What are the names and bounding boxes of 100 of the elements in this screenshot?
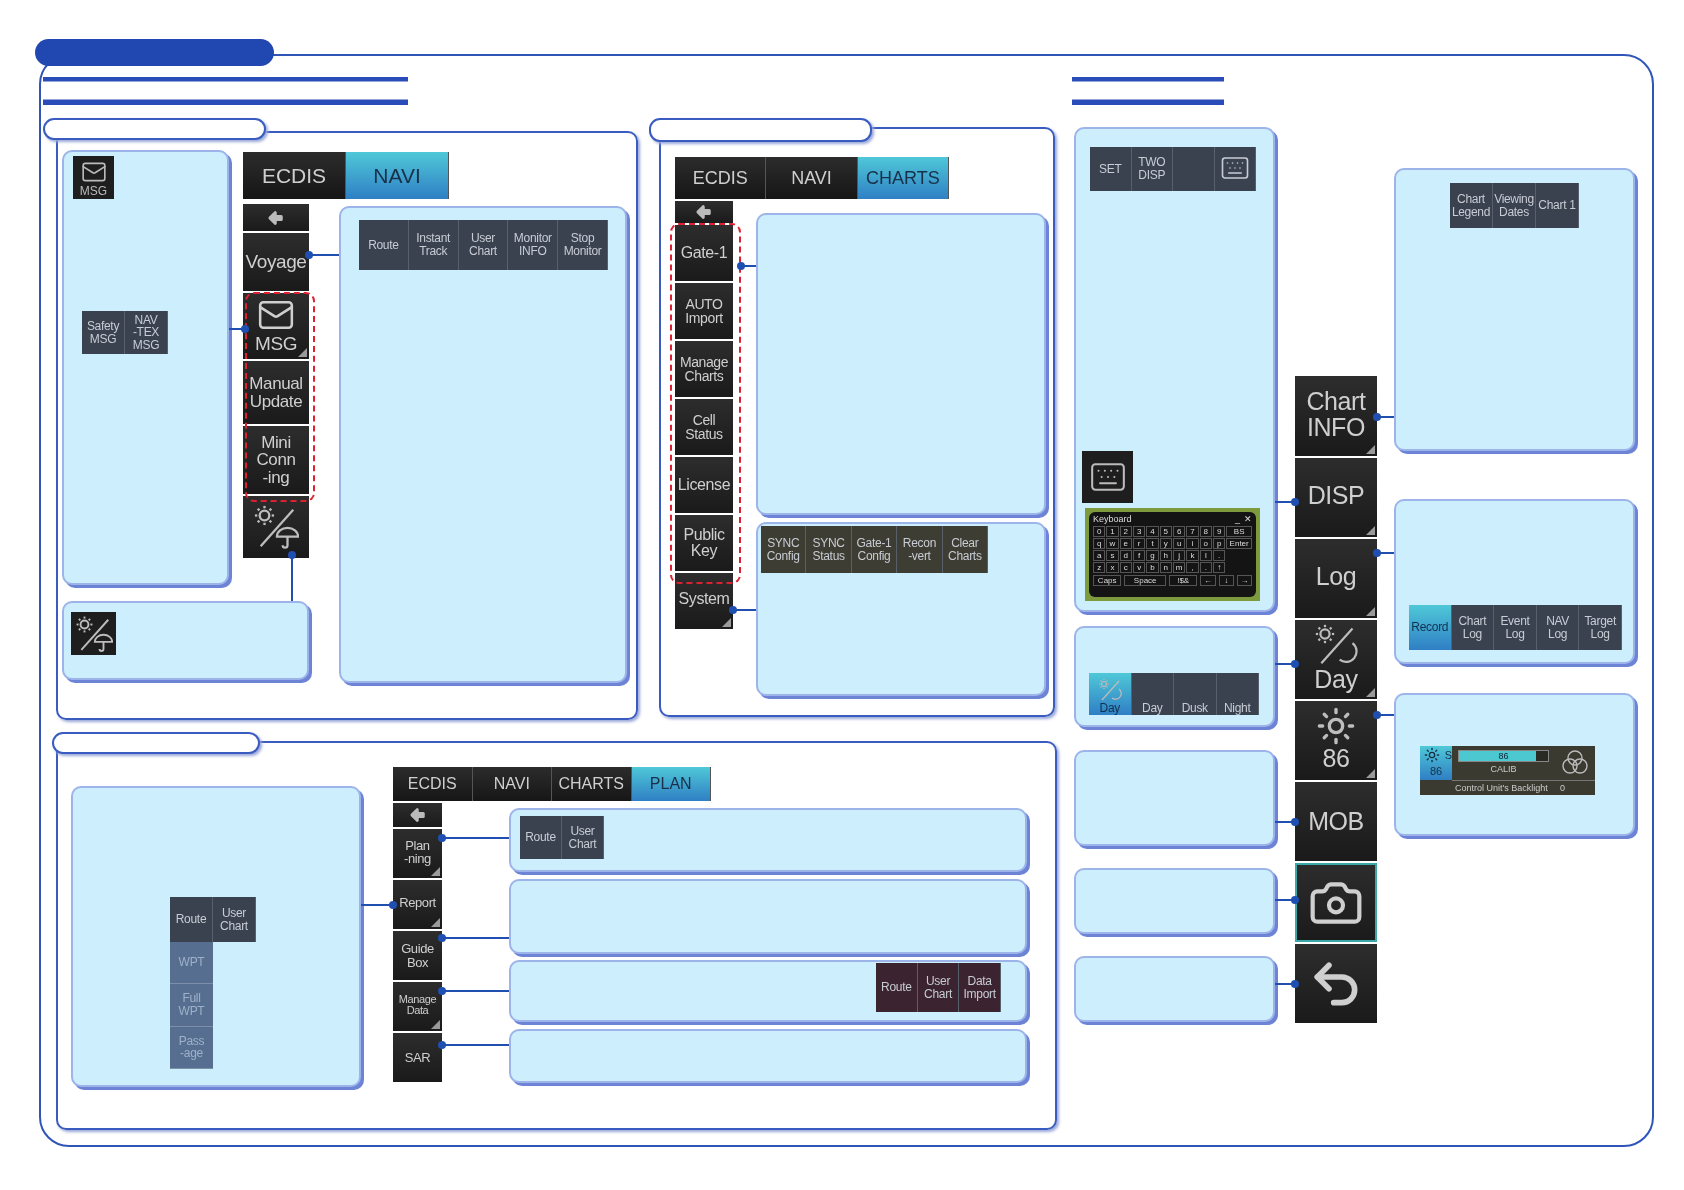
- keyboard-key[interactable]: .: [1199, 562, 1212, 573]
- menu-button[interactable]: Manage Data: [393, 982, 442, 1031]
- brightness-button[interactable]: [71, 612, 116, 655]
- menu-tab[interactable]: CHARTS: [552, 767, 632, 801]
- menu-button[interactable]: Event Log: [1494, 605, 1537, 650]
- menu-tab[interactable]: ECDIS: [243, 152, 346, 199]
- menu-button[interactable]: SYNC Config: [761, 526, 807, 573]
- menu-button[interactable]: Day: [1131, 673, 1174, 715]
- keyboard-key[interactable]: 7: [1186, 526, 1199, 537]
- window-control[interactable]: _: [1235, 514, 1240, 525]
- keyboard-key[interactable]: n: [1159, 562, 1172, 573]
- menu-button[interactable]: MOB: [1295, 782, 1377, 861]
- keyboard-key[interactable]: j: [1173, 550, 1186, 561]
- window-control[interactable]: ✕: [1244, 514, 1252, 525]
- menu-button[interactable]: DISP: [1295, 458, 1377, 537]
- menu-button[interactable]: Chart Legend: [1450, 183, 1493, 228]
- keyboard-key[interactable]: m: [1173, 562, 1186, 573]
- keyboard-key[interactable]: u: [1173, 538, 1186, 549]
- menu-button[interactable]: Chart Log: [1451, 605, 1495, 650]
- menu-button[interactable]: Mini Conn -ing: [243, 426, 309, 494]
- menu-button[interactable]: TWO DISP: [1131, 147, 1173, 191]
- day-night-button[interactable]: Day: [1089, 673, 1132, 715]
- menu-button[interactable]: User Chart: [917, 963, 960, 1012]
- keyboard-key[interactable]: a: [1093, 550, 1106, 561]
- keyboard-key[interactable]: i: [1186, 538, 1199, 549]
- menu-button[interactable]: Stop Monitor: [558, 220, 608, 270]
- menu-button[interactable]: Gate-1 Config: [851, 526, 898, 573]
- keyboard-key[interactable]: 6: [1173, 526, 1186, 537]
- menu-button[interactable]: Manage Charts: [675, 341, 733, 397]
- menu-button[interactable]: Manual Update: [243, 361, 309, 424]
- menu-button[interactable]: Voyage: [243, 233, 309, 291]
- keyboard-key[interactable]: f: [1133, 550, 1146, 561]
- keyboard-key[interactable]: s: [1106, 550, 1119, 561]
- menu-button[interactable]: AUTO Import: [675, 283, 733, 339]
- keyboard-key[interactable]: →: [1236, 575, 1252, 586]
- keyboard-key[interactable]: ,: [1186, 562, 1199, 573]
- menu-button[interactable]: User Chart: [458, 220, 509, 270]
- menu-button[interactable]: User Chart: [213, 897, 256, 942]
- back-button[interactable]: [243, 204, 309, 231]
- keyboard-key[interactable]: Enter: [1226, 538, 1252, 549]
- back-button[interactable]: [393, 803, 442, 827]
- menu-button[interactable]: License: [675, 457, 733, 513]
- keyboard-key[interactable]: ↓: [1218, 575, 1234, 586]
- msg-button[interactable]: MSG: [73, 156, 114, 199]
- brightness-button[interactable]: [243, 496, 309, 558]
- menu-button[interactable]: NAV Log: [1536, 605, 1580, 650]
- keyboard-key[interactable]: 8: [1199, 526, 1212, 537]
- menu-button[interactable]: Cell Status: [675, 399, 733, 455]
- keyboard-key[interactable]: y: [1159, 538, 1172, 549]
- keyboard-key[interactable]: 0: [1093, 526, 1106, 537]
- keyboard-key[interactable]: 3: [1133, 526, 1146, 537]
- keyboard-key[interactable]: x: [1106, 562, 1119, 573]
- undo-button[interactable]: [1295, 944, 1377, 1023]
- keyboard-key[interactable]: 2: [1119, 526, 1132, 537]
- menu-button[interactable]: Route: [876, 963, 918, 1012]
- menu-button[interactable]: Data Import: [959, 963, 1001, 1012]
- brightness-slider[interactable]: 86: [1458, 750, 1549, 762]
- menu-button[interactable]: Recon -vert: [897, 526, 943, 573]
- menu-button[interactable]: Dusk: [1174, 673, 1217, 715]
- menu-button[interactable]: Public Key: [675, 515, 733, 571]
- keyboard-key[interactable]: ↑: [1213, 562, 1226, 573]
- menu-button[interactable]: SET: [1090, 147, 1132, 191]
- menu-tab[interactable]: ECDIS: [393, 767, 473, 801]
- screenshot-button[interactable]: [1295, 863, 1377, 942]
- menu-tab[interactable]: NAVI: [472, 767, 552, 801]
- keyboard-key[interactable]: q: [1093, 538, 1106, 549]
- menu-button[interactable]: Plan -ning: [393, 829, 442, 878]
- menu-button[interactable]: Gate-1: [675, 225, 733, 281]
- keyboard-key[interactable]: w: [1106, 538, 1119, 549]
- menu-button[interactable]: Viewing Dates: [1493, 183, 1536, 228]
- day-night-button[interactable]: Day: [1295, 620, 1377, 699]
- keyboard-key[interactable]: d: [1119, 550, 1132, 561]
- menu-tab[interactable]: ECDIS: [675, 157, 767, 199]
- menu-button[interactable]: Record: [1409, 605, 1452, 650]
- calib-button[interactable]: CALIB: [1490, 764, 1517, 774]
- menu-button[interactable]: Route: [359, 220, 409, 270]
- menu-button[interactable]: Clear Charts: [942, 526, 989, 573]
- menu-button[interactable]: Guide Box: [393, 931, 442, 980]
- keyboard-key[interactable]: 9: [1213, 526, 1226, 537]
- keyboard-key[interactable]: e: [1119, 538, 1132, 549]
- msg-button[interactable]: MSG: [243, 293, 309, 359]
- keyboard-key[interactable]: o: [1199, 538, 1212, 549]
- keyboard-key[interactable]: ←: [1200, 575, 1216, 586]
- back-button[interactable]: [675, 201, 733, 223]
- menu-button[interactable]: Route: [170, 897, 213, 942]
- menu-button[interactable]: SYNC Status: [806, 526, 852, 573]
- keyboard-key[interactable]: t: [1146, 538, 1159, 549]
- menu-button[interactable]: Instant Track: [408, 220, 459, 270]
- keyboard-key[interactable]: .: [1213, 550, 1226, 561]
- keyboard-key[interactable]: b: [1146, 562, 1159, 573]
- menu-button[interactable]: User Chart: [562, 816, 604, 859]
- keyboard-key[interactable]: !$&: [1169, 575, 1198, 586]
- menu-tab[interactable]: PLAN: [631, 767, 711, 801]
- menu-tab[interactable]: NAVI: [766, 157, 858, 199]
- keyboard-key[interactable]: h: [1159, 550, 1172, 561]
- menu-button[interactable]: Report: [393, 880, 442, 929]
- keyboard-key[interactable]: Space: [1124, 575, 1166, 586]
- keyboard-key[interactable]: g: [1146, 550, 1159, 561]
- menu-button[interactable]: NAV -TEX MSG: [125, 311, 168, 354]
- menu-button[interactable]: SAR: [393, 1033, 442, 1082]
